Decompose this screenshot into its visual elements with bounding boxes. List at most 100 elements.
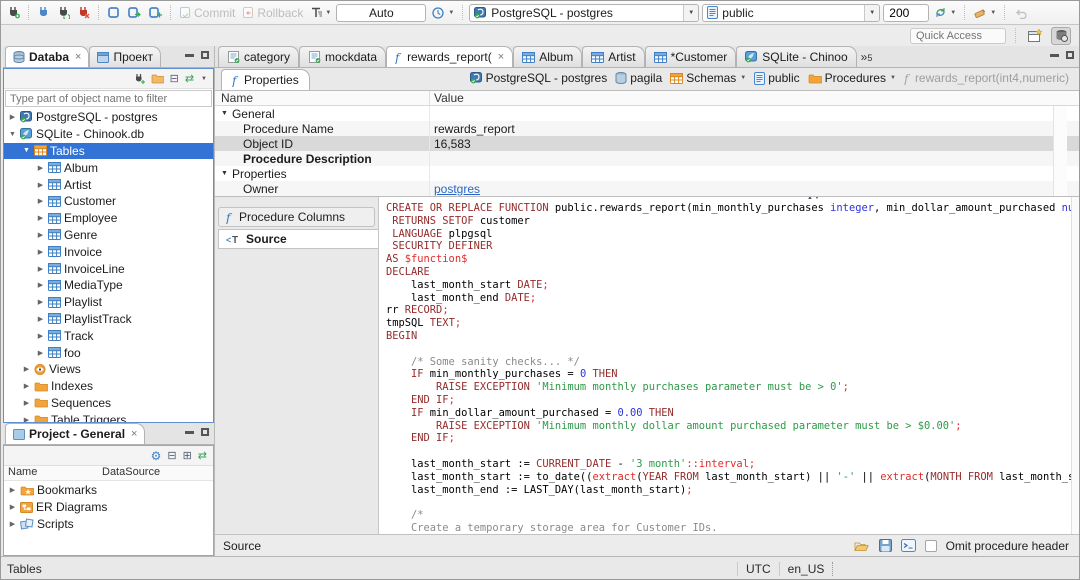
dbeaver-perspective-button[interactable] bbox=[1051, 26, 1071, 45]
expand-arrow-icon[interactable]: ▶ bbox=[8, 486, 17, 494]
status-timezone[interactable]: UTC bbox=[746, 562, 771, 576]
navigator-filter-input[interactable] bbox=[5, 90, 212, 107]
transaction-mode-button[interactable] bbox=[105, 5, 122, 20]
breadcrumb-pagila[interactable]: pagila bbox=[613, 71, 664, 85]
connect-button[interactable] bbox=[5, 5, 22, 20]
tree-item-customer[interactable]: ▶ Customer bbox=[4, 193, 213, 210]
expand-arrow-icon[interactable]: ▶ bbox=[36, 332, 45, 340]
close-icon[interactable]: × bbox=[75, 51, 81, 63]
property-row-owner[interactable]: Owner postgres bbox=[215, 181, 1079, 196]
connection-selector[interactable]: PostgreSQL - postgres ▼ bbox=[469, 3, 700, 22]
omit-header-checkbox[interactable] bbox=[924, 539, 937, 552]
tree-item-sequences[interactable]: ▶ Sequences bbox=[4, 395, 213, 412]
expand-arrow-icon[interactable]: ▶ bbox=[8, 503, 17, 511]
editor-tab-rewards-report[interactable]: f rewards_report(× bbox=[386, 46, 514, 67]
chevron-down-icon[interactable]: ▼ bbox=[890, 75, 896, 81]
commit-mode-combo[interactable]: Auto bbox=[336, 3, 427, 22]
expand-arrow-icon[interactable]: ▶ bbox=[36, 248, 45, 256]
expand-arrow-icon[interactable]: ▶ bbox=[36, 197, 45, 205]
splitter-arrows-icon[interactable]: ▲▼ bbox=[807, 197, 821, 201]
reconnect-button[interactable] bbox=[55, 5, 72, 20]
undo-button[interactable] bbox=[1011, 6, 1030, 20]
breadcrumb-postgresql-postgres[interactable]: PostgreSQL - postgres bbox=[468, 71, 610, 85]
maximize-icon[interactable] bbox=[201, 51, 209, 59]
save-file-icon[interactable] bbox=[878, 539, 892, 552]
tree-item-employee[interactable]: ▶ Employee bbox=[4, 210, 213, 227]
new-transaction-button[interactable] bbox=[125, 5, 143, 20]
quick-access-input[interactable] bbox=[910, 27, 1006, 44]
tree-item-foo[interactable]: ▶ foo bbox=[4, 344, 213, 361]
tree-item-genre[interactable]: ▶ Genre bbox=[4, 227, 213, 244]
property-row-general[interactable]: ▼ General bbox=[215, 106, 1079, 121]
subtab-source[interactable]: < T Source bbox=[218, 229, 378, 249]
tree-item-mediatype[interactable]: ▶ MediaType bbox=[4, 277, 213, 294]
terminal-icon[interactable] bbox=[900, 539, 916, 552]
breadcrumb-procedures[interactable]: Procedures ▼ bbox=[806, 71, 898, 85]
property-row-properties[interactable]: ▼ Properties bbox=[215, 166, 1079, 181]
tree-item-tables[interactable]: ▼ Tables bbox=[4, 142, 213, 160]
source-code[interactable]: CREATE OR REPLACE FUNCTION public.reward… bbox=[379, 197, 1079, 534]
refresh-button[interactable]: ▼ bbox=[932, 5, 958, 20]
link-with-editor-icon[interactable]: ⇄ bbox=[185, 72, 194, 85]
tab-overflow-indicator[interactable]: »5 bbox=[861, 50, 873, 64]
expand-arrow-icon[interactable]: ▶ bbox=[36, 298, 45, 306]
expand-arrow-icon[interactable]: ▶ bbox=[36, 214, 45, 222]
chevron-down-icon[interactable]: ▼ bbox=[864, 4, 880, 21]
transaction-log-button[interactable]: ▼ bbox=[308, 5, 333, 20]
breadcrumb-public[interactable]: public bbox=[752, 71, 801, 85]
query-history-button[interactable]: ▼ bbox=[429, 5, 456, 21]
editor-tab-sqlite-chinoo[interactable]: SQLite - Chinoo bbox=[736, 46, 857, 67]
collapse-all-icon[interactable]: ⊟ bbox=[167, 449, 176, 462]
collapse-arrow-icon[interactable]: ▼ bbox=[221, 170, 228, 177]
open-connection-button[interactable] bbox=[35, 5, 52, 20]
project-item-scripts[interactable]: ▶ Scripts bbox=[4, 516, 213, 533]
expand-arrow-icon[interactable]: ▶ bbox=[36, 315, 45, 323]
close-icon[interactable]: × bbox=[498, 51, 504, 63]
collapse-arrow-icon[interactable]: ▼ bbox=[8, 131, 17, 138]
minimize-icon[interactable] bbox=[185, 53, 194, 57]
properties-scrollbar[interactable] bbox=[1053, 106, 1067, 196]
tree-item-playlisttrack[interactable]: ▶ PlaylistTrack bbox=[4, 311, 213, 328]
expand-arrow-icon[interactable]: ▶ bbox=[36, 281, 45, 289]
erase-button[interactable]: ▼ bbox=[971, 6, 998, 20]
expand-all-icon[interactable]: ⊞ bbox=[183, 449, 192, 462]
breadcrumb-rewards-report-int4-numeric[interactable]: f rewards_report(int4,numeric) bbox=[902, 71, 1071, 85]
tree-item-postgresql-postgres[interactable]: ▶ PostgreSQL - postgres bbox=[4, 109, 213, 126]
editor-tab-customer[interactable]: *Customer bbox=[644, 46, 737, 67]
tree-item-invoice[interactable]: ▶ Invoice bbox=[4, 243, 213, 260]
tree-item-album[interactable]: ▶ Album bbox=[4, 159, 213, 176]
subtab-procedure-columns[interactable]: f Procedure Columns bbox=[218, 207, 375, 227]
maximize-icon[interactable] bbox=[201, 428, 209, 436]
settings-gear-icon[interactable]: ⚙ bbox=[151, 449, 162, 463]
chevron-down-icon[interactable]: ▼ bbox=[740, 75, 746, 81]
tree-item-artist[interactable]: ▶ Artist bbox=[4, 176, 213, 193]
close-icon[interactable]: × bbox=[131, 428, 137, 440]
expand-arrow-icon[interactable]: ▶ bbox=[22, 382, 31, 390]
commit-button[interactable]: Commit bbox=[177, 5, 237, 21]
property-row-object-id[interactable]: Object ID 16,583 bbox=[215, 136, 1079, 151]
tree-item-sqlite-chinook-db[interactable]: ▼ SQLite - Chinook.db bbox=[4, 126, 213, 143]
property-row-procedure-description[interactable]: Procedure Description bbox=[215, 151, 1079, 166]
expand-arrow-icon[interactable]: ▶ bbox=[22, 365, 31, 373]
tab-properties[interactable]: f Properties bbox=[221, 69, 310, 90]
minimize-icon[interactable] bbox=[185, 430, 194, 434]
link-with-editor-icon[interactable]: ⇄ bbox=[198, 449, 207, 462]
tab-project-general[interactable]: Project - General × bbox=[5, 423, 146, 444]
expand-arrow-icon[interactable]: ▶ bbox=[22, 399, 31, 407]
connect-plug-small-icon[interactable] bbox=[133, 73, 145, 85]
rollback-button[interactable]: Rollback bbox=[240, 5, 305, 21]
breadcrumb-schemas[interactable]: Schemas ▼ bbox=[668, 71, 748, 85]
expand-arrow-icon[interactable]: ▶ bbox=[36, 265, 45, 273]
property-value-link[interactable]: postgres bbox=[434, 182, 480, 196]
open-file-icon[interactable] bbox=[853, 540, 870, 552]
expand-arrow-icon[interactable]: ▶ bbox=[22, 416, 31, 422]
expand-arrow-icon[interactable]: ▶ bbox=[8, 520, 17, 528]
schema-selector[interactable]: public ▼ bbox=[702, 3, 881, 22]
tree-item-invoiceline[interactable]: ▶ InvoiceLine bbox=[4, 260, 213, 277]
collapse-arrow-icon[interactable]: ▼ bbox=[22, 147, 31, 154]
tree-item-table-triggers[interactable]: ▶ Table Triggers bbox=[4, 411, 213, 422]
editor-tab-mockdata[interactable]: mockdata bbox=[299, 46, 387, 67]
expand-arrow-icon[interactable]: ▶ bbox=[8, 113, 17, 121]
project-item-er-diagrams[interactable]: ▶ ER Diagrams bbox=[4, 499, 213, 516]
editor-tab-category[interactable]: category bbox=[218, 46, 300, 67]
